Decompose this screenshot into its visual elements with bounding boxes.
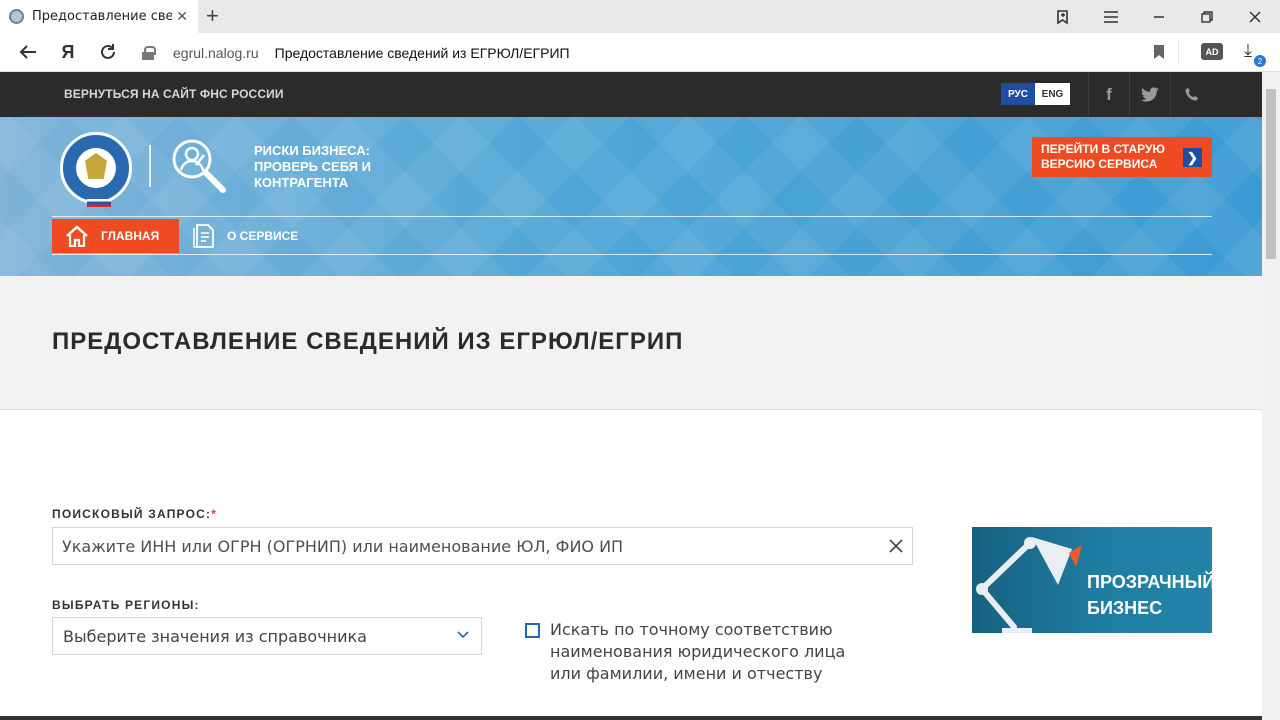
site-header-banner: РИСКИ БИЗНЕСА: ПРОВЕРЬ СЕБЯ И КОНТРАГЕНТ… xyxy=(0,117,1262,276)
new-tab-button[interactable]: + xyxy=(206,5,219,27)
nav-about[interactable]: О СЕРВИСЕ xyxy=(179,219,319,253)
promo-line2: БИЗНЕС xyxy=(1087,598,1163,618)
page-heading-section: ПРЕДОСТАВЛЕНИЕ СВЕДЕНИЙ ИЗ ЕГРЮЛ/ЕГРИП xyxy=(0,276,1262,410)
arrow-left-icon xyxy=(19,45,36,59)
downloads-button[interactable]: ⤓ 2 xyxy=(1240,40,1266,68)
download-icon: ⤓ xyxy=(1244,40,1252,60)
browser-address-bar: Я egrul.nalog.ru Предоставление сведений… xyxy=(0,33,1280,72)
lock-icon xyxy=(142,45,156,60)
exact-match-label[interactable]: Искать по точному соответствию наименова… xyxy=(550,619,880,685)
restore-button[interactable] xyxy=(1184,0,1230,33)
menu-top-divider xyxy=(52,216,1212,217)
site-top-strip: ВЕРНУТЬСЯ НА САЙТ ФНС РОССИИ РУС ENG f xyxy=(0,72,1262,117)
browser-menu-button[interactable] xyxy=(1088,0,1134,33)
regions-label: ВЫБРАТЬ РЕГИОНЫ: xyxy=(52,598,200,612)
toolbar-divider xyxy=(1178,41,1179,63)
lang-en-button[interactable]: ENG xyxy=(1035,83,1070,105)
adblock-extension-icon[interactable]: AD xyxy=(1201,43,1223,60)
russian-flag-icon xyxy=(87,199,111,207)
downloads-count-badge: 2 xyxy=(1254,55,1266,67)
promo-line1: ПРОЗРАЧНЫЙ xyxy=(1087,572,1212,592)
required-mark: * xyxy=(211,507,218,521)
close-icon xyxy=(1249,10,1261,23)
menu-bottom-divider xyxy=(52,254,1212,255)
url-page-title: Предоставление сведений из ЕГРЮЛ/ЕГРИП xyxy=(274,44,570,61)
nav-about-label: О СЕРВИСЕ xyxy=(227,229,299,243)
service-brand-text: РИСКИ БИЗНЕСА: ПРОВЕРЬ СЕБЯ И КОНТРАГЕНТ… xyxy=(254,143,372,190)
nav-home-label: ГЛАВНАЯ xyxy=(101,229,160,243)
search-label: ПОИСКОВЫЙ ЗАПРОС:* xyxy=(52,507,217,521)
back-button[interactable] xyxy=(16,41,40,63)
twitter-icon[interactable] xyxy=(1129,72,1170,117)
tab-close-icon[interactable]: ✕ xyxy=(176,8,188,24)
yandex-logo[interactable]: Я xyxy=(56,41,80,63)
facebook-icon[interactable]: f xyxy=(1088,72,1129,117)
tab-title: Предоставление сведений xyxy=(32,9,172,24)
minimize-button[interactable] xyxy=(1136,0,1182,33)
fns-emblem-logo[interactable] xyxy=(60,132,132,207)
browser-tab-active[interactable]: Предоставление сведений ✕ xyxy=(0,0,198,33)
business-check-icon xyxy=(172,139,226,193)
site-favicon-icon xyxy=(9,9,24,24)
nav-home[interactable]: ГЛАВНАЯ xyxy=(52,219,179,253)
page-title: ПРЕДОСТАВЛЕНИЕ СВЕДЕНИЙ ИЗ ЕГРЮЛ/ЕГРИП xyxy=(52,328,684,355)
browser-tab-bar: Предоставление сведений ✕ + xyxy=(0,0,1280,33)
document-icon xyxy=(193,224,214,248)
scrollbar-thumb[interactable] xyxy=(1266,89,1276,259)
lang-ru-button[interactable]: РУС xyxy=(1001,83,1035,105)
bottom-edge xyxy=(0,716,1262,720)
bookmarks-panel-button[interactable] xyxy=(1040,0,1086,33)
home-icon xyxy=(66,225,88,247)
search-label-text: ПОИСКОВЫЙ ЗАПРОС: xyxy=(52,507,212,521)
transparent-business-banner[interactable]: ПРОЗРАЧНЫЙ БИЗНЕС xyxy=(972,527,1212,633)
reload-button[interactable] xyxy=(96,41,120,63)
chevron-right-icon: ❯ xyxy=(1183,148,1202,167)
hamburger-icon xyxy=(1104,10,1118,23)
chevron-down-icon xyxy=(457,631,469,639)
old-version-button[interactable]: ПЕРЕЙТИ В СТАРУЮ ВЕРСИЮ СЕРВИСА ❯ xyxy=(1032,137,1212,177)
regions-select-value: Выберите значения из справочника xyxy=(63,626,367,646)
search-input[interactable] xyxy=(52,527,913,565)
restore-icon xyxy=(1201,10,1213,23)
close-window-button[interactable] xyxy=(1232,0,1278,33)
clear-search-icon[interactable] xyxy=(885,535,907,557)
page-scrollbar[interactable] xyxy=(1262,72,1280,720)
phone-icon[interactable] xyxy=(1170,72,1211,117)
desk-lamp-icon xyxy=(976,537,1082,633)
exact-match-checkbox[interactable] xyxy=(525,623,540,638)
reload-icon xyxy=(101,44,115,59)
url-field[interactable]: egrul.nalog.ru Предоставление сведений и… xyxy=(130,38,1180,67)
back-to-fns-link[interactable]: ВЕРНУТЬСЯ НА САЙТ ФНС РОССИИ xyxy=(64,87,284,101)
logo-divider xyxy=(149,145,151,187)
url-domain: egrul.nalog.ru xyxy=(173,44,259,61)
minimize-icon xyxy=(1154,15,1164,18)
regions-select[interactable]: Выберите значения из справочника xyxy=(52,617,482,655)
bookmarks-panel-icon xyxy=(1057,9,1068,24)
